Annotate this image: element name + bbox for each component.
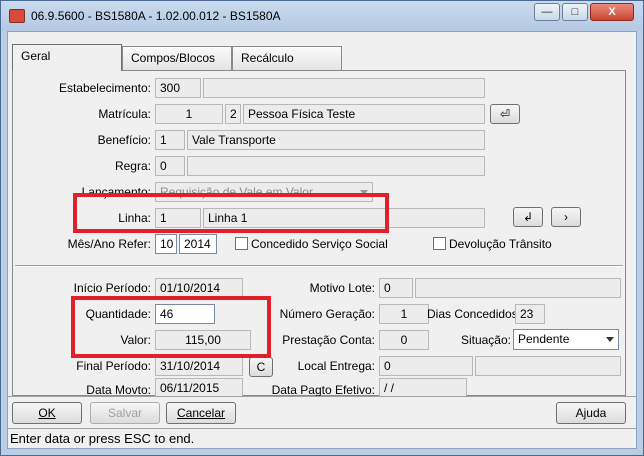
tab-panel-geral: Estabelecimento: 300 Matrícula: 1 2 Pess… — [12, 70, 626, 398]
matricula-zoom-button[interactable]: ⏎ — [490, 104, 520, 124]
regra-label: Regra: — [114, 159, 151, 173]
inicio-periodo-field[interactable]: 01/10/2014 — [155, 278, 243, 298]
final-periodo-label: Final Período: — [76, 359, 151, 373]
minimize-button[interactable]: — — [534, 3, 560, 21]
situacao-select[interactable]: Pendente — [513, 329, 619, 350]
concedido-servico-social-checkbox[interactable] — [235, 237, 248, 250]
highlight-box-lancamento — [73, 193, 389, 233]
app-icon — [9, 9, 25, 23]
motivo-lote-field[interactable]: 0 — [379, 278, 413, 298]
arrow-down-left-icon: ↲ — [522, 210, 534, 224]
numero-geracao-field: 1 — [379, 304, 429, 324]
return-arrow-icon: ⏎ — [499, 107, 511, 121]
cancelar-button[interactable]: Cancelar — [166, 402, 236, 424]
regra-desc — [187, 156, 485, 176]
local-entrega-label: Local Entrega: — [297, 359, 375, 373]
numero-geracao-label: Número Geração: — [279, 307, 375, 321]
cancelar-label: Cancelar — [176, 406, 226, 420]
tab-recalculo-label: Recálculo — [241, 51, 294, 65]
ano-refer-input[interactable]: 2014 — [179, 234, 217, 254]
mes-ano-refer-label: Mês/Ano Refer: — [67, 237, 151, 251]
matricula-field[interactable]: 1 — [155, 104, 223, 124]
mes-refer-input[interactable]: 10 — [155, 234, 177, 254]
tab-geral[interactable]: Geral — [12, 44, 122, 71]
linha-down-button[interactable]: ↲ — [513, 207, 543, 227]
action-bar: OK Salvar Cancelar Ajuda — [8, 396, 636, 430]
linha-next-button[interactable]: › — [551, 207, 581, 227]
highlight-box-quantidade-valor — [71, 296, 271, 358]
matricula-label: Matrícula: — [98, 107, 151, 121]
prestacao-conta-label: Prestação Conta: — [282, 333, 375, 347]
dialog-client-area: Geral Compos/Blocos Recálculo Estabeleci… — [7, 31, 637, 449]
local-entrega-desc — [475, 356, 621, 376]
chevron-right-icon: › — [564, 210, 568, 224]
matricula-name: Pessoa Física Teste — [243, 104, 485, 124]
matricula-seq-field: 2 — [225, 104, 241, 124]
section-divider — [15, 265, 623, 267]
beneficio-desc: Vale Transporte — [187, 130, 485, 150]
ok-label: OK — [38, 406, 56, 420]
devolucao-transito-checkbox[interactable] — [433, 237, 446, 250]
status-bar: Enter data or press ESC to end. — [8, 428, 636, 448]
maximize-button[interactable]: □ — [562, 3, 588, 21]
title-bar: 06.9.5600 - BS1580A - 1.02.00.012 - BS15… — [1, 1, 643, 31]
close-button[interactable]: X — [590, 3, 634, 21]
app-window: 06.9.5600 - BS1580A - 1.02.00.012 - BS15… — [0, 0, 644, 456]
local-entrega-field[interactable]: 0 — [379, 356, 473, 376]
situacao-value: Pendente — [518, 332, 570, 346]
situacao-label: Situação: — [460, 333, 511, 347]
prestacao-conta-field[interactable]: 0 — [379, 330, 429, 350]
final-periodo-field[interactable]: 31/10/2014 — [155, 356, 243, 376]
data-pagto-efetivo-label: Data Pagto Efetivo: — [271, 383, 375, 397]
motivo-lote-desc — [415, 278, 621, 298]
estabelecimento-field[interactable]: 300 — [155, 78, 201, 98]
data-movto-field: 06/11/2015 — [155, 378, 243, 398]
estabelecimento-label: Estabelecimento: — [58, 81, 151, 95]
beneficio-label: Benefício: — [97, 133, 151, 147]
tab-compos-blocos[interactable]: Compos/Blocos — [122, 46, 232, 70]
salvar-button[interactable]: Salvar — [90, 402, 160, 424]
devolucao-transito-label: Devolução Trânsito — [449, 237, 552, 251]
salvar-label: Salvar — [107, 406, 142, 420]
regra-field[interactable]: 0 — [155, 156, 185, 176]
ajuda-button[interactable]: Ajuda — [556, 402, 626, 424]
ajuda-label: Ajuda — [575, 406, 607, 420]
data-pagto-efetivo-field: / / — [379, 378, 467, 398]
window-title: 06.9.5600 - BS1580A - 1.02.00.012 - BS15… — [31, 9, 281, 23]
tab-recalculo[interactable]: Recálculo — [232, 46, 342, 70]
motivo-lote-label: Motivo Lote: — [309, 281, 375, 295]
concedido-servico-social-label: Concedido Serviço Social — [251, 237, 388, 251]
tab-compos-blocos-label: Compos/Blocos — [131, 51, 216, 65]
ok-button[interactable]: OK — [12, 402, 82, 424]
tab-geral-label: Geral — [21, 49, 51, 63]
chevron-down-icon — [606, 337, 614, 342]
inicio-periodo-label: Início Período: — [73, 281, 151, 295]
calendar-button[interactable]: C — [249, 357, 273, 377]
estabelecimento-desc — [203, 78, 485, 98]
beneficio-field[interactable]: 1 — [155, 130, 185, 150]
dias-concedidos-label: Dias Concedidos: — [427, 307, 522, 321]
data-movto-label: Data Movto: — [86, 383, 151, 397]
dias-concedidos-field: 23 — [515, 304, 545, 324]
